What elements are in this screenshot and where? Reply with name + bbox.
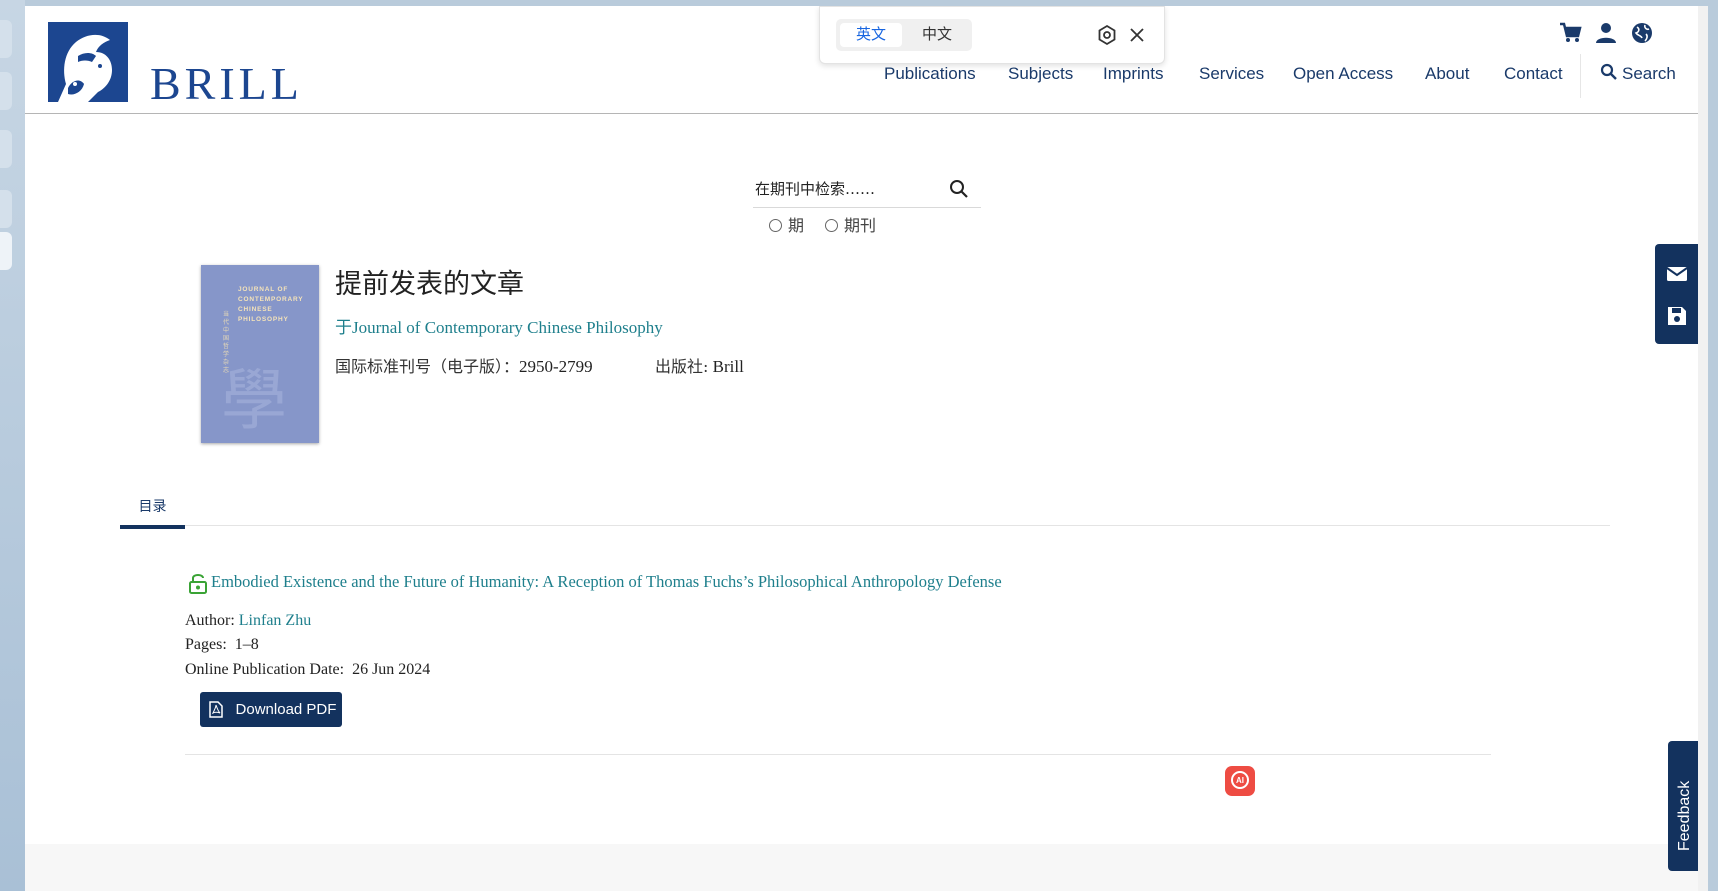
author-link[interactable]: Linfan Zhu	[239, 612, 311, 629]
footer	[25, 844, 1708, 891]
search-icon	[1600, 63, 1617, 80]
nav-imprints[interactable]: Imprints	[1103, 64, 1163, 84]
radio-journal-circle[interactable]	[825, 219, 838, 232]
feedback-label: Feedback	[1676, 780, 1693, 851]
publisher-label: 出版社:	[655, 357, 709, 376]
side-toolbar	[1655, 244, 1699, 344]
tab-toc[interactable]: 目录	[120, 491, 185, 529]
publisher-value: Brill	[712, 357, 744, 376]
settings-icon[interactable]	[1096, 24, 1118, 46]
account-icon[interactable]	[1593, 20, 1619, 46]
sidebar-tab[interactable]	[0, 190, 12, 228]
publisher-line: 出版社: Brill	[655, 353, 744, 377]
radio-issue-label: 期	[788, 216, 805, 235]
radio-journal[interactable]: 期刊	[825, 212, 876, 236]
nav-about[interactable]: About	[1425, 64, 1469, 84]
nav-subjects[interactable]: Subjects	[1008, 64, 1073, 84]
cover-title-line: JOURNAL OF	[238, 286, 289, 293]
journal-cover-image[interactable]: 學 JOURNAL OF CONTEMPORARY CHINESE PHILOS…	[201, 265, 319, 443]
sidebar-tab[interactable]	[0, 72, 12, 110]
sidebar-tab[interactable]	[0, 20, 12, 58]
cover-title: JOURNAL OF CONTEMPORARY CHINESE PHILOSOP…	[238, 285, 303, 325]
pages-label: Pages:	[185, 636, 227, 653]
cart-icon[interactable]	[1557, 20, 1583, 46]
page-scrollbar[interactable]	[1698, 6, 1708, 891]
issn-line: 国际标准刊号（电子版）：2950-2799	[335, 353, 593, 377]
radio-issue-circle[interactable]	[769, 219, 782, 232]
save-icon[interactable]	[1665, 304, 1689, 328]
close-icon[interactable]	[1126, 24, 1148, 46]
download-pdf-button[interactable]: Download PDF	[200, 692, 342, 727]
header-search-label: Search	[1622, 64, 1676, 83]
globe-icon[interactable]	[1629, 20, 1655, 46]
open-access-lock-icon	[189, 574, 207, 594]
article-author: Author: Linfan Zhu	[185, 612, 311, 630]
pub-date-label: Online Publication Date:	[185, 661, 345, 678]
article-divider	[185, 754, 1491, 755]
brand-wordmark[interactable]: BRILL	[150, 57, 303, 110]
tabs-baseline	[120, 525, 1610, 526]
cover-big-character: 學	[221, 362, 287, 439]
nav-open-access[interactable]: Open Access	[1293, 64, 1393, 84]
sidebar-tab-active[interactable]	[0, 232, 12, 270]
author-label: Author:	[185, 612, 235, 629]
nav-publications[interactable]: Publications	[884, 64, 976, 84]
email-icon[interactable]	[1665, 262, 1689, 286]
ai-assistant-icon[interactable]: AI	[1225, 766, 1255, 796]
article-pages: Pages: 1–8	[185, 636, 259, 654]
radio-journal-label: 期刊	[844, 216, 877, 235]
download-pdf-label: Download PDF	[235, 701, 337, 718]
cover-title-line: PHILOSOPHY	[238, 316, 289, 323]
journal-link[interactable]: 于Journal of Contemporary Chinese Philoso…	[335, 313, 663, 338]
tab-active-indicator	[120, 525, 185, 529]
language-toggle: 英文 中文	[836, 19, 972, 51]
translate-toolbar: 英文 中文	[819, 6, 1165, 64]
article-title-link[interactable]: Embodied Existence and the Future of Hum…	[211, 572, 1002, 592]
pdf-icon	[209, 701, 223, 718]
lang-chinese-button[interactable]: 中文	[906, 23, 968, 47]
cover-chinese-title: 当代中国哲学杂志	[223, 312, 230, 374]
header-divider	[25, 113, 1708, 114]
article-pub-date: Online Publication Date: 26 Jun 2024	[185, 661, 430, 679]
web-page: BRILL 英文 中文 Publications Subjects Imprin…	[25, 6, 1708, 891]
nav-services[interactable]: Services	[1199, 64, 1264, 84]
lang-english-button[interactable]: 英文	[840, 23, 902, 47]
journal-search	[753, 166, 981, 208]
browser-sidebar	[0, 0, 25, 891]
cover-title-line: CHINESE	[238, 306, 273, 313]
issn-label: 国际标准刊号（电子版）：	[335, 357, 520, 376]
radio-issue[interactable]: 期	[769, 212, 804, 236]
nav-contact[interactable]: Contact	[1504, 64, 1563, 84]
page-title: 提前发表的文章	[335, 269, 524, 300]
nav-divider	[1580, 54, 1581, 98]
search-icon[interactable]	[948, 178, 970, 200]
cover-title-line: CONTEMPORARY	[238, 296, 304, 303]
issn-value: 2950-2799	[519, 357, 593, 376]
brill-logo[interactable]	[48, 22, 128, 102]
pages-value: 1–8	[234, 636, 259, 653]
pub-date-value: 26 Jun 2024	[352, 661, 431, 678]
header-search-link[interactable]: Search	[1600, 63, 1676, 84]
sidebar-tab[interactable]	[0, 130, 12, 168]
journal-search-input[interactable]	[755, 180, 935, 198]
